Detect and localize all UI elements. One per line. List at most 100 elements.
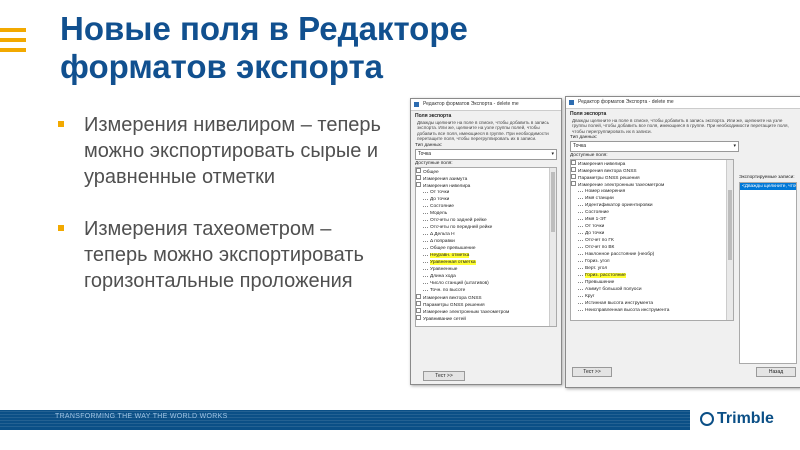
data-type-select[interactable]: Точка ▾: [415, 148, 557, 160]
export-records-list[interactable]: <Дважды щелкните, чтобы добавить>: [739, 182, 797, 364]
scrollbar[interactable]: [549, 167, 556, 326]
tree-group-item[interactable]: Измерение электронным тахеометром: [571, 181, 733, 188]
tree-leaf-item[interactable]: Наклонное расстояние (необр): [571, 251, 733, 258]
menu-icon: [0, 28, 26, 58]
available-fields-label: Доступные поля:: [570, 153, 608, 159]
dialog-title: Редактор форматов Экспорта - delete me: [578, 99, 674, 105]
tree-leaf-item[interactable]: Имя станции: [571, 195, 733, 202]
tree-group-item[interactable]: Измерения азимута: [416, 174, 556, 182]
tree-leaf-item[interactable]: Точн. по высоте: [416, 287, 556, 294]
data-type-label: Тип данных:: [415, 142, 443, 148]
export-record-item[interactable]: <Дважды щелкните, чтобы добавить>: [740, 183, 796, 190]
scrollbar[interactable]: [726, 160, 733, 321]
tree-item-label: Истинная высота инструмента: [585, 301, 654, 307]
tree-leaf-item[interactable]: Отсчеты по передней рейке: [416, 224, 556, 231]
tree-group-item[interactable]: Параметры GNSS решения: [571, 174, 733, 181]
tree-item-label: От точки: [430, 189, 450, 195]
next-button[interactable]: Назад: [756, 367, 796, 377]
logo-text: Trimble: [717, 410, 774, 427]
tree-leaf-item[interactable]: Число станций (штативов): [416, 280, 556, 287]
trimble-logo: Trimble: [700, 410, 774, 428]
tree-leaf-item[interactable]: Общее превышение: [416, 245, 556, 252]
tree-leaf-item[interactable]: Превышение: [571, 279, 733, 286]
tree-leaf-item[interactable]: Имя 1-ЭТ: [571, 216, 733, 223]
expand-toggle-icon[interactable]: [571, 181, 576, 187]
tree-leaf-item[interactable]: Отсчет по ВК: [571, 244, 733, 251]
app-icon: [569, 100, 574, 105]
available-fields-label: Доступные поля:: [415, 160, 453, 166]
tree-group-item[interactable]: Измерения вектора GNSS: [416, 293, 556, 301]
expand-toggle-icon[interactable]: [416, 174, 421, 180]
tree-group-item[interactable]: Измерение электронным тахеометром: [416, 307, 556, 315]
tree-group-item[interactable]: Уравнивание сетей: [416, 314, 556, 322]
title-line-1: Новые поля в Редакторе: [60, 10, 468, 47]
bullet-text: Измерения нивелиром – теперь можно экспо…: [84, 114, 381, 188]
tree-leaf-item[interactable]: Δ поправки: [416, 238, 556, 245]
tree-item-label: Отсчеты по передней рейке: [430, 224, 493, 230]
tree-leaf-item[interactable]: От точки: [416, 189, 556, 196]
tree-group-item[interactable]: Параметры GNSS решения: [416, 300, 556, 308]
tree-leaf-item[interactable]: Отсчет по ГК: [571, 237, 733, 244]
tree-leaf-item[interactable]: Азимут большой полуоси: [571, 286, 733, 293]
dialog-title: Редактор форматов Экспорта - delete me: [423, 101, 519, 107]
expand-toggle-icon[interactable]: [416, 307, 421, 313]
expand-toggle-icon[interactable]: [416, 293, 421, 299]
available-fields-tree[interactable]: Измерения нивелира Измерения вектора GNSS…: [570, 159, 734, 322]
tree-leaf-item[interactable]: Δ Дельта H: [416, 231, 556, 238]
tree-leaf-item[interactable]: От точки: [571, 223, 733, 230]
slide-title: Новые поля в Редакторе форматов экспорта: [60, 10, 620, 86]
dialog-titlebar: Редактор форматов Экспорта - delete me: [411, 99, 561, 111]
tree-leaf-item[interactable]: Модель: [416, 210, 556, 217]
tree-leaf-item[interactable]: Уравненные: [416, 266, 556, 273]
bullet-list: Измерения нивелиром – теперь можно экспо…: [58, 112, 398, 320]
chevron-down-icon: ▾: [733, 143, 736, 150]
test-button[interactable]: Тест >>: [572, 367, 612, 377]
tree-item-label: Общее превышение: [430, 245, 476, 251]
expand-toggle-icon[interactable]: [416, 300, 421, 306]
tree-item-label: Азимут большой полуоси: [585, 287, 642, 293]
expand-toggle-icon[interactable]: [571, 167, 576, 173]
tree-group-item[interactable]: Измерения нивелира: [571, 160, 733, 167]
expand-toggle-icon[interactable]: [416, 181, 421, 187]
tree-leaf-item[interactable]: Номер измерения: [571, 188, 733, 195]
export-records-label: Экспортируемые записи:: [739, 175, 795, 180]
tree-leaf-item[interactable]: До точки: [416, 196, 556, 203]
tree-item-label: Верт. угол: [585, 266, 608, 272]
available-fields-tree[interactable]: Общее Измерения азимута Измерения нивелира…: [415, 166, 557, 327]
tree-leaf-item[interactable]: Неуравн. отметка: [416, 252, 556, 259]
tree-item-label: Превышение: [585, 280, 615, 286]
tree-leaf-item[interactable]: Состояние: [416, 203, 556, 210]
test-button[interactable]: Тест >>: [423, 371, 465, 381]
tree-group-item[interactable]: Измерения вектора GNSS: [571, 167, 733, 174]
tree-leaf-item[interactable]: Уравненная отметка: [416, 259, 556, 266]
tree-leaf-item[interactable]: Верт. угол: [571, 265, 733, 272]
export-editor-dialog-front: Редактор форматов Экспорта - delete me П…: [565, 96, 800, 388]
tree-leaf-item[interactable]: До точки: [571, 230, 733, 237]
tree-leaf-item[interactable]: Идентификатор ориентировки: [571, 202, 733, 209]
tree-item-label: Круг: [585, 294, 595, 300]
tree-leaf-item[interactable]: Длина хода: [416, 273, 556, 280]
title-line-2: форматов экспорта: [60, 48, 383, 85]
tree-leaf-item[interactable]: Круг: [571, 293, 733, 300]
expand-toggle-icon[interactable]: [416, 167, 421, 173]
tree-group-item[interactable]: Измерения нивелира: [416, 181, 556, 189]
tree-group-item[interactable]: Общее: [416, 167, 556, 175]
tree-item-label: Модель: [430, 210, 448, 216]
tree-item-label: Гориз. расстояние: [585, 273, 626, 279]
tree-leaf-item[interactable]: Отсчеты по задней рейке: [416, 217, 556, 224]
tree-leaf-item[interactable]: Истинная высота инструмента: [571, 300, 733, 307]
tree-item-label: Отсчет по ВК: [585, 245, 615, 251]
tree-leaf-item[interactable]: Неисправленная высота инструмента: [571, 307, 733, 314]
tree-item-label: До точки: [430, 196, 450, 202]
tree-leaf-item[interactable]: Гориз. расстояние: [571, 272, 733, 279]
section-heading: Поля экспорта: [570, 111, 607, 117]
tree-item-label: Уравнивание сетей: [423, 316, 466, 322]
expand-toggle-icon[interactable]: [571, 174, 576, 180]
expand-toggle-icon[interactable]: [416, 314, 421, 320]
tree-leaf-item[interactable]: Состояние: [571, 209, 733, 216]
expand-toggle-icon[interactable]: [571, 160, 576, 166]
data-type-select[interactable]: Точка ▾: [570, 141, 739, 153]
data-type-value: Точка: [418, 150, 432, 157]
tree-item-label: Неисправленная высота инструмента: [585, 308, 670, 314]
tree-leaf-item[interactable]: Гориз. угол: [571, 258, 733, 265]
